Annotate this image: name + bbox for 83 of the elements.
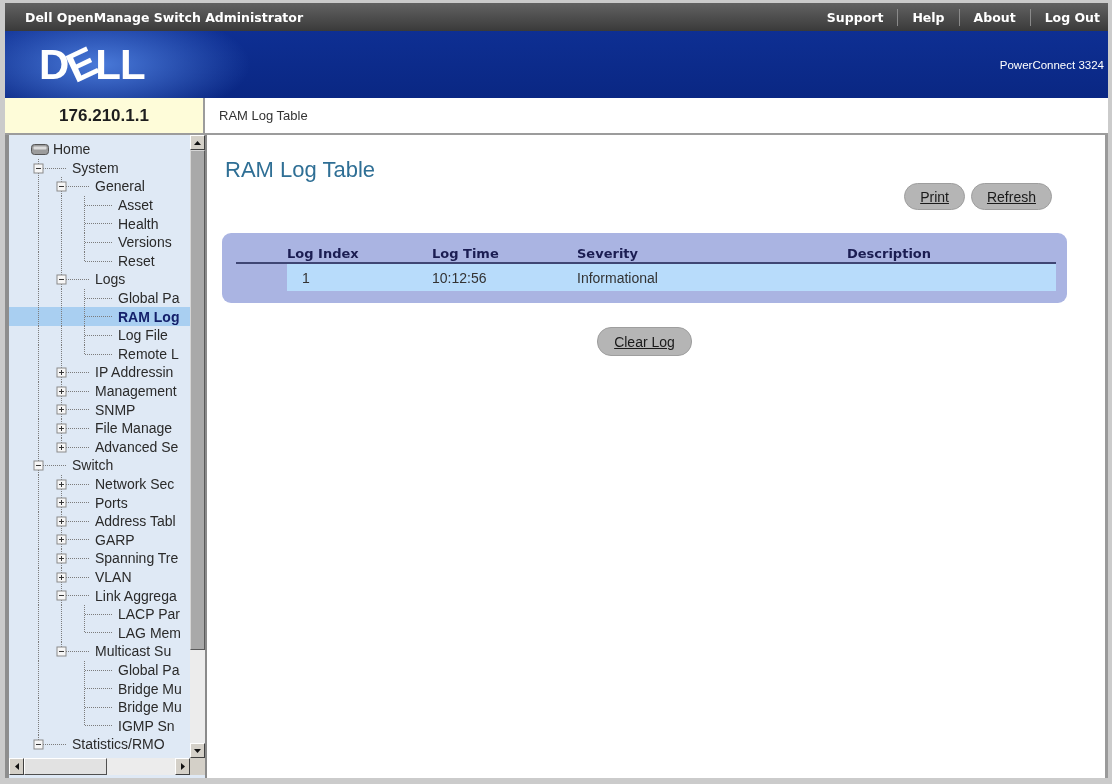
tree-item[interactable]: Global Pa [118, 290, 180, 307]
plus-box-icon[interactable] [56, 553, 67, 564]
header-link[interactable]: About [958, 8, 1030, 26]
tree-item[interactable]: Multicast Su [95, 643, 172, 660]
column-header: Description [845, 245, 933, 261]
right-triangle-icon [180, 763, 185, 770]
breadcrumb: RAM Log Table [219, 108, 308, 123]
plus-box-icon[interactable] [56, 479, 67, 490]
minus-box-icon[interactable] [56, 181, 67, 192]
drive-icon [31, 143, 49, 155]
column-header: Log Time [432, 245, 500, 261]
plus-box-icon[interactable] [56, 442, 67, 452]
tree-item[interactable]: Remote L [118, 345, 179, 362]
tree-item[interactable]: Switch [72, 457, 114, 474]
scroll-down-button[interactable] [190, 743, 205, 758]
tree-item[interactable]: Bridge Mu [118, 680, 182, 697]
tree-item[interactable]: Reset [118, 252, 155, 269]
plus-box-icon[interactable] [56, 572, 67, 583]
tree-item[interactable]: SNMP [95, 401, 136, 418]
tree-item[interactable]: Home [53, 141, 91, 158]
product-name: PowerConnect 3324 [999, 58, 1104, 71]
tree-item[interactable]: File Manage [95, 420, 173, 437]
plus-box-icon[interactable] [56, 423, 67, 434]
header-link[interactable]: Log Out [1029, 8, 1108, 26]
tree-item[interactable]: Statistics/RMO [72, 736, 165, 753]
table-cell-text: 1 [301, 269, 311, 286]
scroll-right-button[interactable] [175, 758, 190, 775]
tree-item[interactable]: Advanced Se [95, 438, 179, 455]
minus-box-icon[interactable] [56, 274, 67, 285]
tree-item[interactable]: Address Tabl [95, 513, 176, 530]
tree-item[interactable]: Versions [118, 234, 172, 251]
page-title: RAM Log Table [224, 157, 376, 183]
tree-item[interactable]: Asset [118, 197, 153, 214]
scrollbar-thumb[interactable] [190, 150, 205, 650]
tree-item[interactable]: Management [95, 383, 177, 399]
action-button[interactable]: Refresh [970, 183, 1052, 210]
tree-item[interactable]: Link Aggrega [95, 587, 177, 604]
horizontal-scrollbar[interactable] [9, 758, 190, 775]
ip-address: 176.210.1.1 [59, 105, 149, 126]
action-button[interactable]: Print [904, 183, 965, 210]
plus-box-icon[interactable] [56, 367, 67, 378]
plus-box-icon[interactable] [56, 534, 67, 545]
tree-item[interactable]: Spanning Tre [95, 550, 179, 567]
header-link[interactable]: Help [897, 8, 959, 26]
plus-box-icon[interactable] [56, 386, 67, 397]
minus-box-icon[interactable] [56, 590, 67, 601]
column-header: Log Index [287, 245, 360, 261]
header-link[interactable]: Support [812, 8, 898, 26]
column-header: Severity [577, 245, 640, 261]
tree-item[interactable]: GARP [95, 531, 135, 548]
tree-item[interactable]: Global Pa [118, 661, 180, 678]
scrollbar-corner [190, 758, 205, 775]
scroll-left-button[interactable] [9, 758, 24, 775]
tree-item[interactable]: Logs [95, 271, 126, 288]
scroll-up-button[interactable] [190, 135, 205, 150]
minus-box-icon[interactable] [33, 163, 44, 174]
tree-item[interactable]: LAG Mem [118, 624, 181, 641]
table-cell-text: Informational [577, 269, 659, 286]
minus-box-icon[interactable] [56, 646, 67, 657]
plus-box-icon[interactable] [56, 404, 67, 415]
tree-item[interactable]: Network Sec [95, 476, 175, 492]
tree-item[interactable]: Ports [95, 494, 128, 511]
minus-box-icon[interactable] [33, 739, 44, 750]
tree-item[interactable]: IGMP Sn [118, 717, 175, 734]
plus-box-icon[interactable] [56, 497, 67, 508]
left-triangle-icon [14, 763, 19, 770]
plus-box-icon[interactable] [56, 516, 67, 527]
tree-item[interactable]: General [95, 178, 145, 195]
tree-item[interactable]: Health [118, 215, 159, 232]
tree-item[interactable]: Log File [118, 327, 168, 344]
table-cell-text: 10:12:56 [432, 269, 488, 286]
tree-item[interactable]: IP Addressin [95, 364, 174, 381]
tree-item[interactable]: LACP Par [118, 606, 180, 623]
tree-item[interactable]: Bridge Mu [118, 699, 182, 716]
vertical-scrollbar[interactable] [190, 135, 205, 758]
up-triangle-icon [194, 140, 201, 145]
minus-box-icon[interactable] [33, 460, 44, 471]
clear-log-button[interactable]: Clear Log [597, 327, 692, 356]
tree-item[interactable]: System [72, 159, 119, 176]
tree-item[interactable]: VLAN [95, 568, 132, 585]
app-title: Dell OpenManage Switch Administrator [25, 9, 304, 25]
down-triangle-icon [194, 748, 201, 753]
logo: DELL [39, 43, 145, 86]
